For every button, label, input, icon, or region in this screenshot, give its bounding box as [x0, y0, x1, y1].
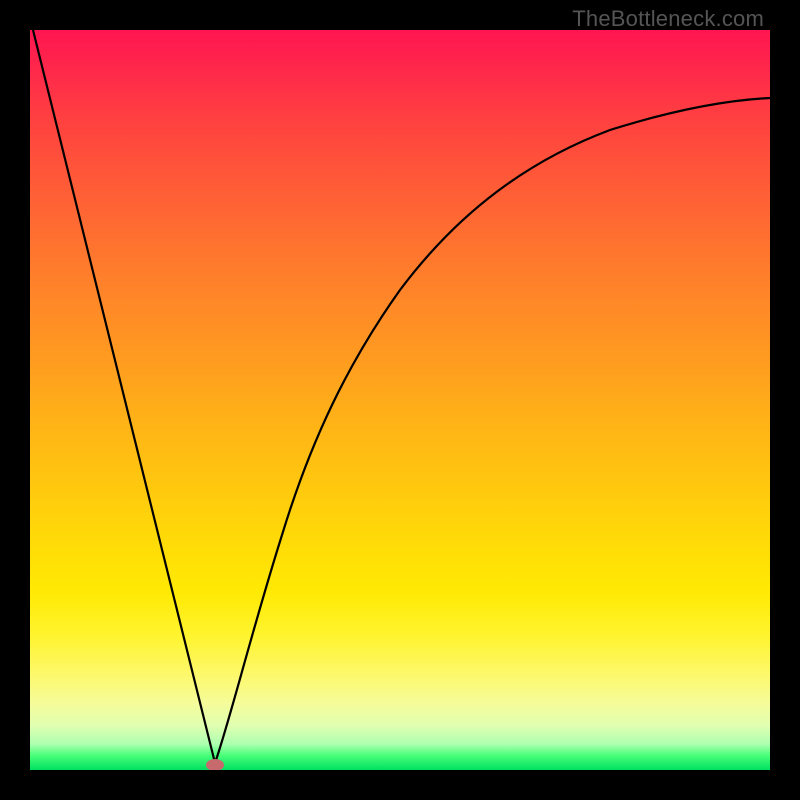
curve-svg [30, 30, 770, 770]
bottleneck-curve [33, 30, 770, 763]
watermark-text: TheBottleneck.com [572, 6, 764, 32]
minimum-marker [206, 759, 224, 770]
